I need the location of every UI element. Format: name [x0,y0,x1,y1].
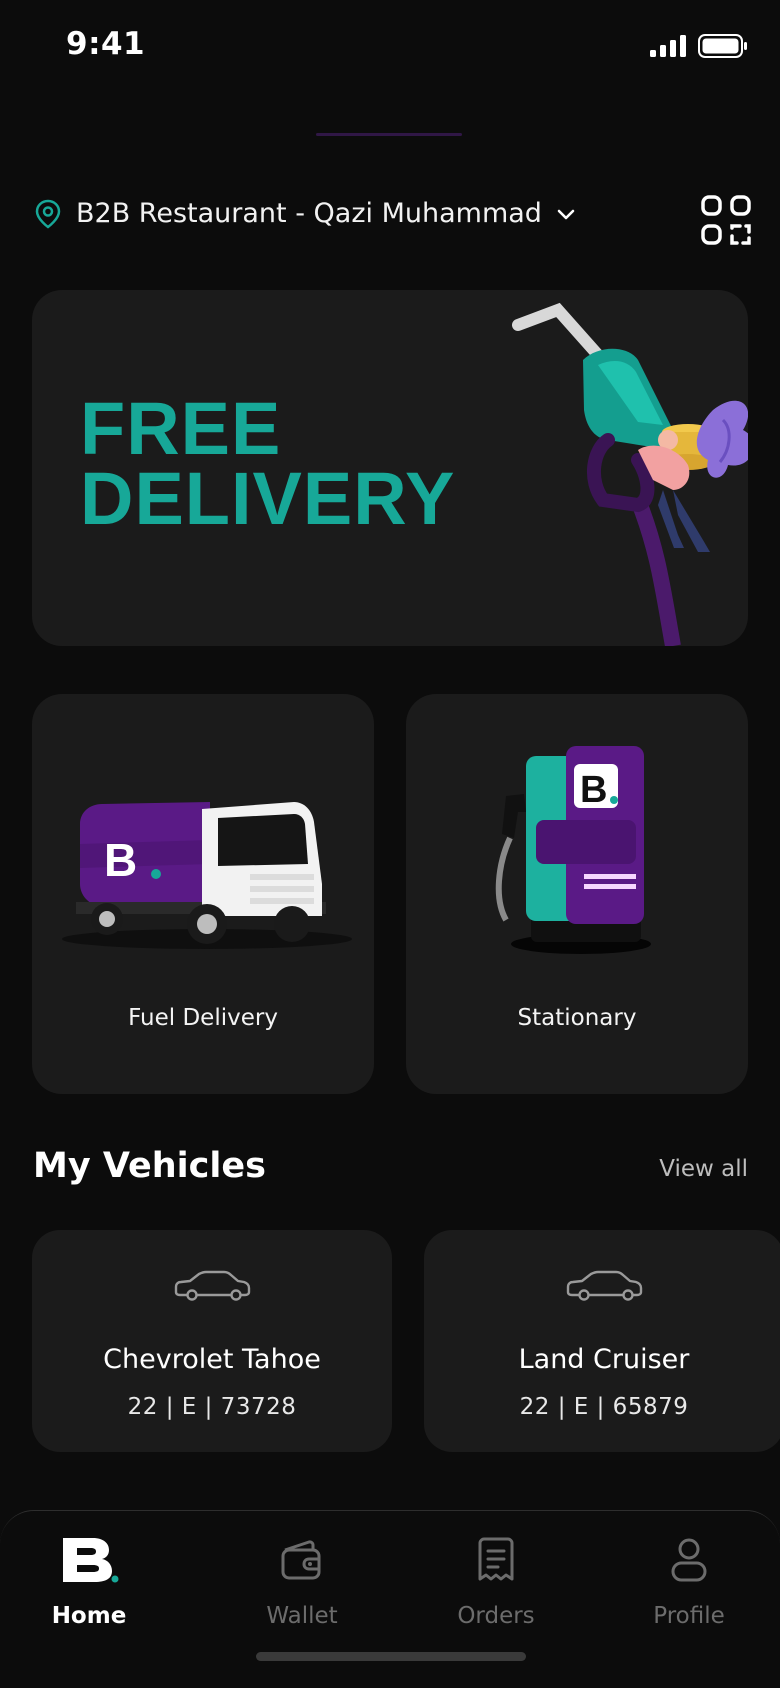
vehicle-plate: 22 | E | 73728 [127,1394,297,1420]
service-label-fuel-delivery: Fuel Delivery [128,1005,278,1031]
receipt-icon [478,1537,514,1581]
fuel-truck-illustration: B [62,802,352,949]
promo-banner[interactable]: FREE DELIVERY [32,290,748,646]
service-card-stationary[interactable]: B Stationary [406,694,748,1094]
nav-label-profile: Profile [653,1603,725,1629]
location-label: B2B Restaurant - Qazi Muhammad [76,198,542,229]
fuel-pump-illustration: B [495,746,651,954]
battery-icon [698,34,747,58]
svg-text:B: B [580,769,607,811]
location-selector[interactable]: B2B Restaurant - Qazi Muhammad [34,198,576,229]
vehicle-plate: 22 | E | 65879 [519,1394,689,1420]
nav-label-orders: Orders [457,1603,535,1629]
status-time: 9:41 [66,26,146,62]
nav-label-home: Home [51,1603,127,1629]
nav-item-wallet[interactable]: Wallet [232,1535,372,1629]
banner-title-line1: FREE [80,387,282,470]
vehicle-name: Land Cruiser [518,1344,690,1375]
vehicle-name: Chevrolet Tahoe [103,1344,321,1375]
vehicles-section-title: My Vehicles [33,1146,266,1186]
qr-scan-icon[interactable] [700,194,752,246]
status-icons [650,34,748,58]
nav-label-wallet: Wallet [266,1603,338,1629]
car-icon [566,1270,643,1301]
banner-title-line2: DELIVERY [80,457,456,540]
view-all-link[interactable]: View all [659,1156,748,1182]
signal-icon [650,35,686,57]
wallet-icon [281,1540,321,1580]
nav-item-home[interactable]: Home [19,1535,159,1629]
banner-title: FREE DELIVERY [80,387,456,540]
location-pin-icon [35,199,61,229]
brand-b-icon [63,1538,119,1583]
drag-handle [316,133,462,136]
service-card-fuel-delivery[interactable]: B Fuel Delivery [32,694,374,1094]
bottom-nav: Home Wallet Orders Profile [0,1510,780,1688]
nav-item-orders[interactable]: Orders [426,1535,566,1629]
status-bar: 9:41 [0,0,780,94]
service-label-stationary: Stationary [517,1005,637,1031]
svg-text:B: B [104,834,137,886]
vehicle-card[interactable]: Chevrolet Tahoe 22 | E | 73728 [32,1230,392,1452]
fuel-nozzle-illustration [512,302,748,646]
nav-item-profile[interactable]: Profile [619,1535,759,1629]
home-indicator [256,1652,526,1661]
vehicle-card[interactable]: Land Cruiser 22 | E | 65879 [424,1230,780,1452]
person-icon [671,1538,707,1582]
car-icon [174,1270,251,1301]
chevron-down-icon [557,209,575,219]
